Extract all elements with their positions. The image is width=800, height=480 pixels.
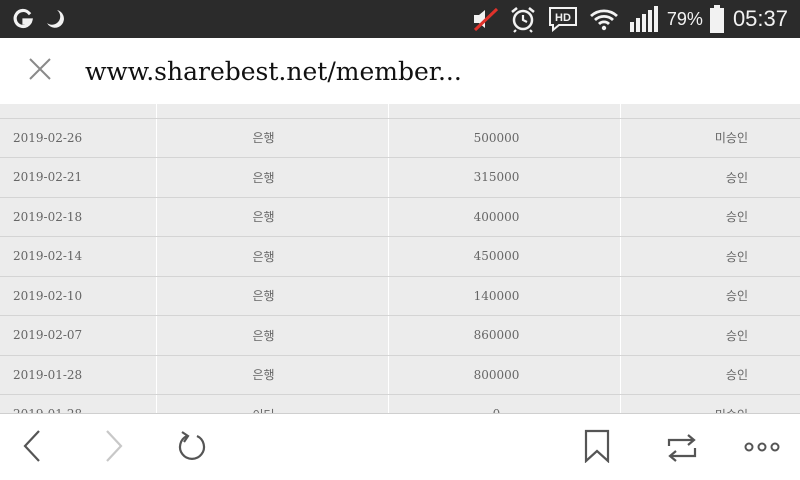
method-cell: 은행 xyxy=(157,197,389,236)
table-row: 2019-02-26 은행 500000 미승인 xyxy=(0,117,800,157)
status-cell: 승인 xyxy=(725,368,748,383)
amount-cell: 500000 xyxy=(389,118,621,157)
reload-icon xyxy=(176,429,208,467)
clock: 05:37 xyxy=(732,6,788,31)
status-cell: 미승인 xyxy=(714,131,748,146)
signal-icon xyxy=(629,6,659,32)
g-logo-icon xyxy=(12,8,34,30)
amount-cell: 400000 xyxy=(389,197,621,236)
status-cell: 승인 xyxy=(725,170,748,185)
method-cell: 은행 xyxy=(157,355,389,394)
amount-cell: 140000 xyxy=(389,276,621,315)
status-cell: 승인 xyxy=(725,289,748,304)
table-row: 2019-02-21 은행 315000 승인 xyxy=(0,157,800,197)
date-cell: 2019-02-18 xyxy=(0,197,157,236)
moon-icon xyxy=(44,8,66,30)
table-row xyxy=(0,104,800,118)
hd-icon: HD xyxy=(547,5,579,33)
amount-cell: 450000 xyxy=(389,237,621,276)
svg-text:HD: HD xyxy=(555,12,571,24)
amount-cell: 860000 xyxy=(389,316,621,355)
date-cell: 2019-02-26 xyxy=(0,118,157,157)
transaction-table: 2019-02-26 은행 500000 미승인 2019-02-21 은행 3… xyxy=(0,104,800,413)
back-button[interactable] xyxy=(2,414,62,480)
url-text[interactable]: www.sharebest.net/member... xyxy=(85,57,462,86)
date-cell: 2019-02-21 xyxy=(0,158,157,197)
status-bar: HD 79% 05:37 xyxy=(0,0,800,38)
method-cell: 은행 xyxy=(157,237,389,276)
bookmark-icon xyxy=(583,429,611,467)
bottom-toolbar xyxy=(0,413,800,480)
date-cell: 2019-02-14 xyxy=(0,237,157,276)
table-row: 2019-02-18 은행 400000 승인 xyxy=(0,196,800,236)
table-row: 2019-01-28 은행 800000 승인 xyxy=(0,354,800,394)
table-row: 2019-02-07 은행 860000 승인 xyxy=(0,315,800,355)
bookmark-button[interactable] xyxy=(567,414,627,480)
date-cell: 2019-01-28 xyxy=(0,395,157,413)
share-icon xyxy=(665,429,699,467)
forward-icon xyxy=(103,429,125,467)
wifi-icon xyxy=(589,7,619,31)
more-icon xyxy=(744,438,780,457)
reload-button[interactable] xyxy=(162,414,222,480)
close-icon xyxy=(28,57,52,85)
method-cell: 이더 xyxy=(157,395,389,413)
back-icon xyxy=(21,429,43,467)
date-cell: 2019-02-10 xyxy=(0,276,157,315)
close-button[interactable] xyxy=(0,38,80,104)
alarm-icon xyxy=(509,5,537,33)
battery-percent: 79% xyxy=(666,8,703,29)
method-cell: 은행 xyxy=(157,118,389,157)
amount-cell: 0 xyxy=(389,395,621,413)
amount-cell: 800000 xyxy=(389,355,621,394)
date-cell: 2019-02-07 xyxy=(0,316,157,355)
amount-cell: 315000 xyxy=(389,158,621,197)
mute-icon xyxy=(471,6,499,32)
date-cell: 2019-01-28 xyxy=(0,355,157,394)
status-cell: 승인 xyxy=(725,328,748,343)
method-cell: 은행 xyxy=(157,316,389,355)
share-button[interactable] xyxy=(652,414,712,480)
table-row: 2019-01-28 이더 0 미승인 xyxy=(0,394,800,413)
method-cell: 은행 xyxy=(157,276,389,315)
address-bar: www.sharebest.net/member... xyxy=(0,38,800,104)
more-button[interactable] xyxy=(732,414,792,480)
forward-button[interactable] xyxy=(84,414,144,480)
battery-icon xyxy=(709,5,725,33)
status-cell: 미승인 xyxy=(621,395,800,413)
method-cell: 은행 xyxy=(157,158,389,197)
table-row: 2019-02-10 은행 140000 승인 xyxy=(0,275,800,315)
status-cell: 승인 xyxy=(725,249,748,264)
table-row: 2019-02-14 은행 450000 승인 xyxy=(0,236,800,276)
status-cell: 승인 xyxy=(725,210,748,225)
